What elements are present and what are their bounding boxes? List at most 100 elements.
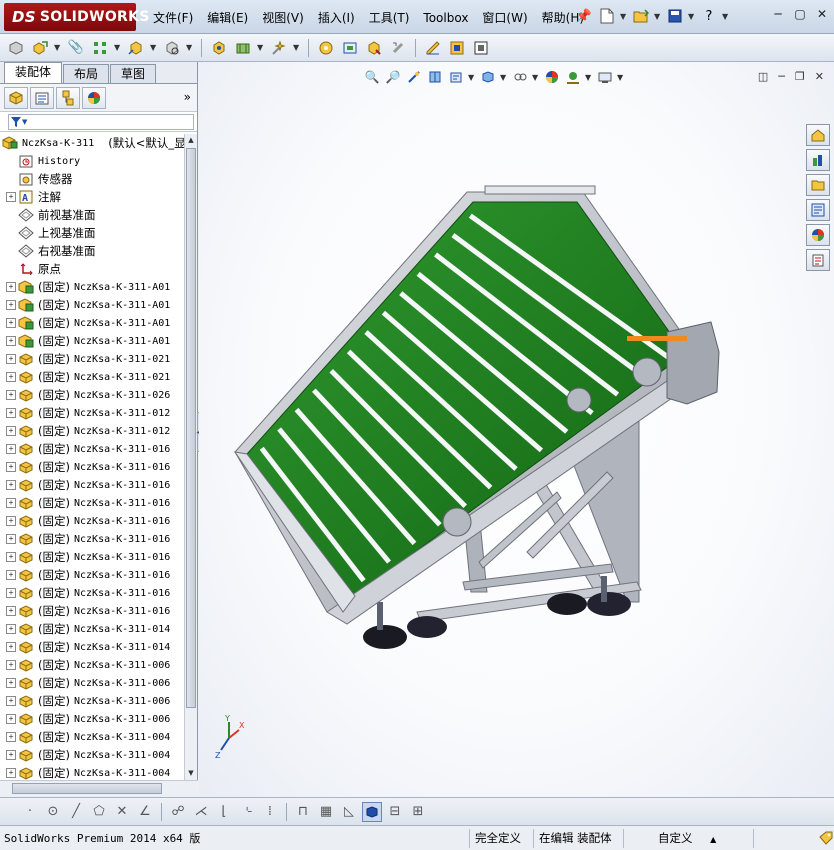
tree-component-item[interactable]: + (固定) NczKsa-K-311-016	[0, 548, 184, 566]
tree-component-item[interactable]: + (固定) NczKsa-K-311-006	[0, 710, 184, 728]
assembly-features-icon[interactable]	[209, 38, 229, 58]
cross-icon[interactable]: ✕	[112, 802, 132, 822]
tree-feature-item[interactable]: 传感器	[0, 170, 184, 188]
tab-assembly[interactable]: 装配体	[4, 62, 63, 83]
large-assembly-mode-icon[interactable]	[447, 38, 467, 58]
file-explorer-icon[interactable]	[806, 174, 830, 196]
tree-component-item[interactable]: + (固定) NczKsa-K-311-026	[0, 386, 184, 404]
feature-manager-tab-icon[interactable]	[4, 86, 28, 109]
expand-plus-icon[interactable]: +	[6, 426, 16, 436]
tree-component-item[interactable]: + (固定) NczKsa-K-311-021	[0, 368, 184, 386]
new-dropdown-icon[interactable]: ▼	[620, 12, 628, 21]
angle-icon[interactable]: ∠	[135, 802, 155, 822]
viewport-restore-icon[interactable]: ❐	[795, 70, 805, 83]
menu-window[interactable]: 窗口(W)	[475, 9, 534, 27]
snapshot-icon[interactable]	[471, 38, 491, 58]
tree-component-item[interactable]: + (固定) NczKsa-K-311-016	[0, 530, 184, 548]
tree-component-item[interactable]: + (固定) NczKsa-K-311-016	[0, 602, 184, 620]
conveyor-assembly-model[interactable]	[227, 172, 727, 652]
tree-component-item[interactable]: + (固定) NczKsa-K-311-021	[0, 350, 184, 368]
expand-plus-icon[interactable]: +	[6, 552, 16, 562]
expand-plus-icon[interactable]: +	[6, 354, 16, 364]
expand-plus-icon[interactable]: +	[6, 462, 16, 472]
point-icon[interactable]: ·	[20, 802, 40, 822]
tree-vertical-scrollbar[interactable]: ▲ ▼	[184, 134, 197, 780]
insert-component-icon[interactable]	[30, 38, 50, 58]
display-manager-tab-icon[interactable]	[82, 86, 106, 109]
grid-icon[interactable]: ▦	[316, 802, 336, 822]
menu-insert[interactable]: 插入(I)	[311, 9, 362, 27]
apply-scene-icon[interactable]	[564, 68, 582, 86]
expand-plus-icon[interactable]: +	[6, 534, 16, 544]
scene-dropdown-icon[interactable]: ▼	[585, 73, 593, 82]
tree-component-item[interactable]: + (固定) NczKsa-K-311-014	[0, 620, 184, 638]
expand-plus-icon[interactable]: +	[6, 192, 16, 202]
expand-plus-icon[interactable]: +	[6, 480, 16, 490]
edit-component-icon[interactable]	[6, 38, 26, 58]
exploded-view-icon[interactable]	[340, 38, 360, 58]
tree-component-item[interactable]: + (固定) NczKsa-K-311-006	[0, 656, 184, 674]
tree-hscroll-thumb[interactable]	[12, 783, 162, 794]
expand-plus-icon[interactable]: +	[6, 588, 16, 598]
scroll-up-icon[interactable]: ▲	[185, 134, 197, 147]
component-pattern-icon[interactable]	[90, 38, 110, 58]
close-icon[interactable]: ✕	[814, 6, 830, 22]
new-motion-study-icon[interactable]	[269, 38, 289, 58]
clearance-verification-icon[interactable]	[388, 38, 408, 58]
tree-component-item[interactable]: + (固定) NczKsa-K-311-A01	[0, 314, 184, 332]
tree-component-item[interactable]: + (固定) NczKsa-K-311-004	[0, 746, 184, 764]
expand-plus-icon[interactable]: +	[6, 660, 16, 670]
expand-plus-icon[interactable]: +	[6, 678, 16, 688]
design-library-icon[interactable]	[806, 149, 830, 171]
zoom-to-fit-icon[interactable]: 🔍	[363, 68, 381, 86]
expand-plus-icon[interactable]: +	[6, 390, 16, 400]
offset-icon[interactable]: ☍	[168, 802, 188, 822]
expand-plus-icon[interactable]: +	[6, 372, 16, 382]
expand-plus-icon[interactable]: +	[6, 282, 16, 292]
expand-plus-icon[interactable]: +	[6, 300, 16, 310]
property-manager-tab-icon[interactable]	[30, 86, 54, 109]
viewport-minimize-icon[interactable]: ─	[778, 70, 785, 83]
display-style-dropdown-icon[interactable]: ▼	[532, 73, 540, 82]
menu-toolbox[interactable]: Toolbox	[416, 9, 475, 27]
reference-dropdown-icon[interactable]: ▼	[257, 43, 265, 52]
pattern-dropdown-icon[interactable]: ▼	[114, 43, 122, 52]
expand-plus-icon[interactable]: +	[6, 750, 16, 760]
tree-scroll-thumb[interactable]	[186, 148, 196, 708]
view-settings-dropdown-icon[interactable]: ▼	[617, 73, 625, 82]
display-style-icon[interactable]	[511, 68, 529, 86]
bill-of-materials-icon[interactable]	[316, 38, 336, 58]
corner-icon[interactable]: ⌊	[214, 802, 234, 822]
new-document-icon[interactable]	[597, 6, 617, 26]
view-palette-icon[interactable]	[806, 199, 830, 221]
expand-plus-icon[interactable]: +	[6, 318, 16, 328]
move-component-icon[interactable]	[126, 38, 146, 58]
tree-component-item[interactable]: + (固定) NczKsa-K-311-006	[0, 692, 184, 710]
solidworks-logo[interactable]: DS SOLIDWORKS	[4, 3, 149, 31]
tree-component-item[interactable]: + (固定) NczKsa-K-311-006	[0, 674, 184, 692]
show-hidden-icon[interactable]	[162, 38, 182, 58]
edit-appearance-icon[interactable]	[543, 68, 561, 86]
pin-icon[interactable]: 📌	[574, 6, 594, 26]
expand-plus-icon[interactable]: +	[6, 336, 16, 346]
section-view-icon[interactable]	[426, 68, 444, 86]
expand-plus-icon[interactable]: +	[6, 408, 16, 418]
orientation-dropdown-icon[interactable]: ▼	[500, 73, 508, 82]
sketch-points-icon[interactable]: ⁞	[260, 802, 280, 822]
expand-plus-icon[interactable]: +	[6, 696, 16, 706]
tree-component-item[interactable]: + (固定) NczKsa-K-311-A01	[0, 296, 184, 314]
solidworks-resources-icon[interactable]	[806, 124, 830, 146]
dimension-icon[interactable]: ⊓	[293, 802, 313, 822]
tree-feature-item[interactable]: 原点	[0, 260, 184, 278]
appearances-scenes-icon[interactable]	[806, 224, 830, 246]
status-units[interactable]: 自定义 ▲	[624, 828, 754, 848]
tree-feature-item[interactable]: History	[0, 152, 184, 170]
tree-component-item[interactable]: + (固定) NczKsa-K-311-016	[0, 566, 184, 584]
save-dropdown-icon[interactable]: ▼	[688, 12, 696, 21]
view-settings-icon[interactable]	[596, 68, 614, 86]
expand-plus-icon[interactable]: +	[6, 570, 16, 580]
tab-layout[interactable]: 布局	[63, 64, 110, 83]
expand-plus-icon[interactable]: +	[6, 624, 16, 634]
save-icon[interactable]	[665, 6, 685, 26]
previous-view-icon[interactable]	[405, 68, 423, 86]
